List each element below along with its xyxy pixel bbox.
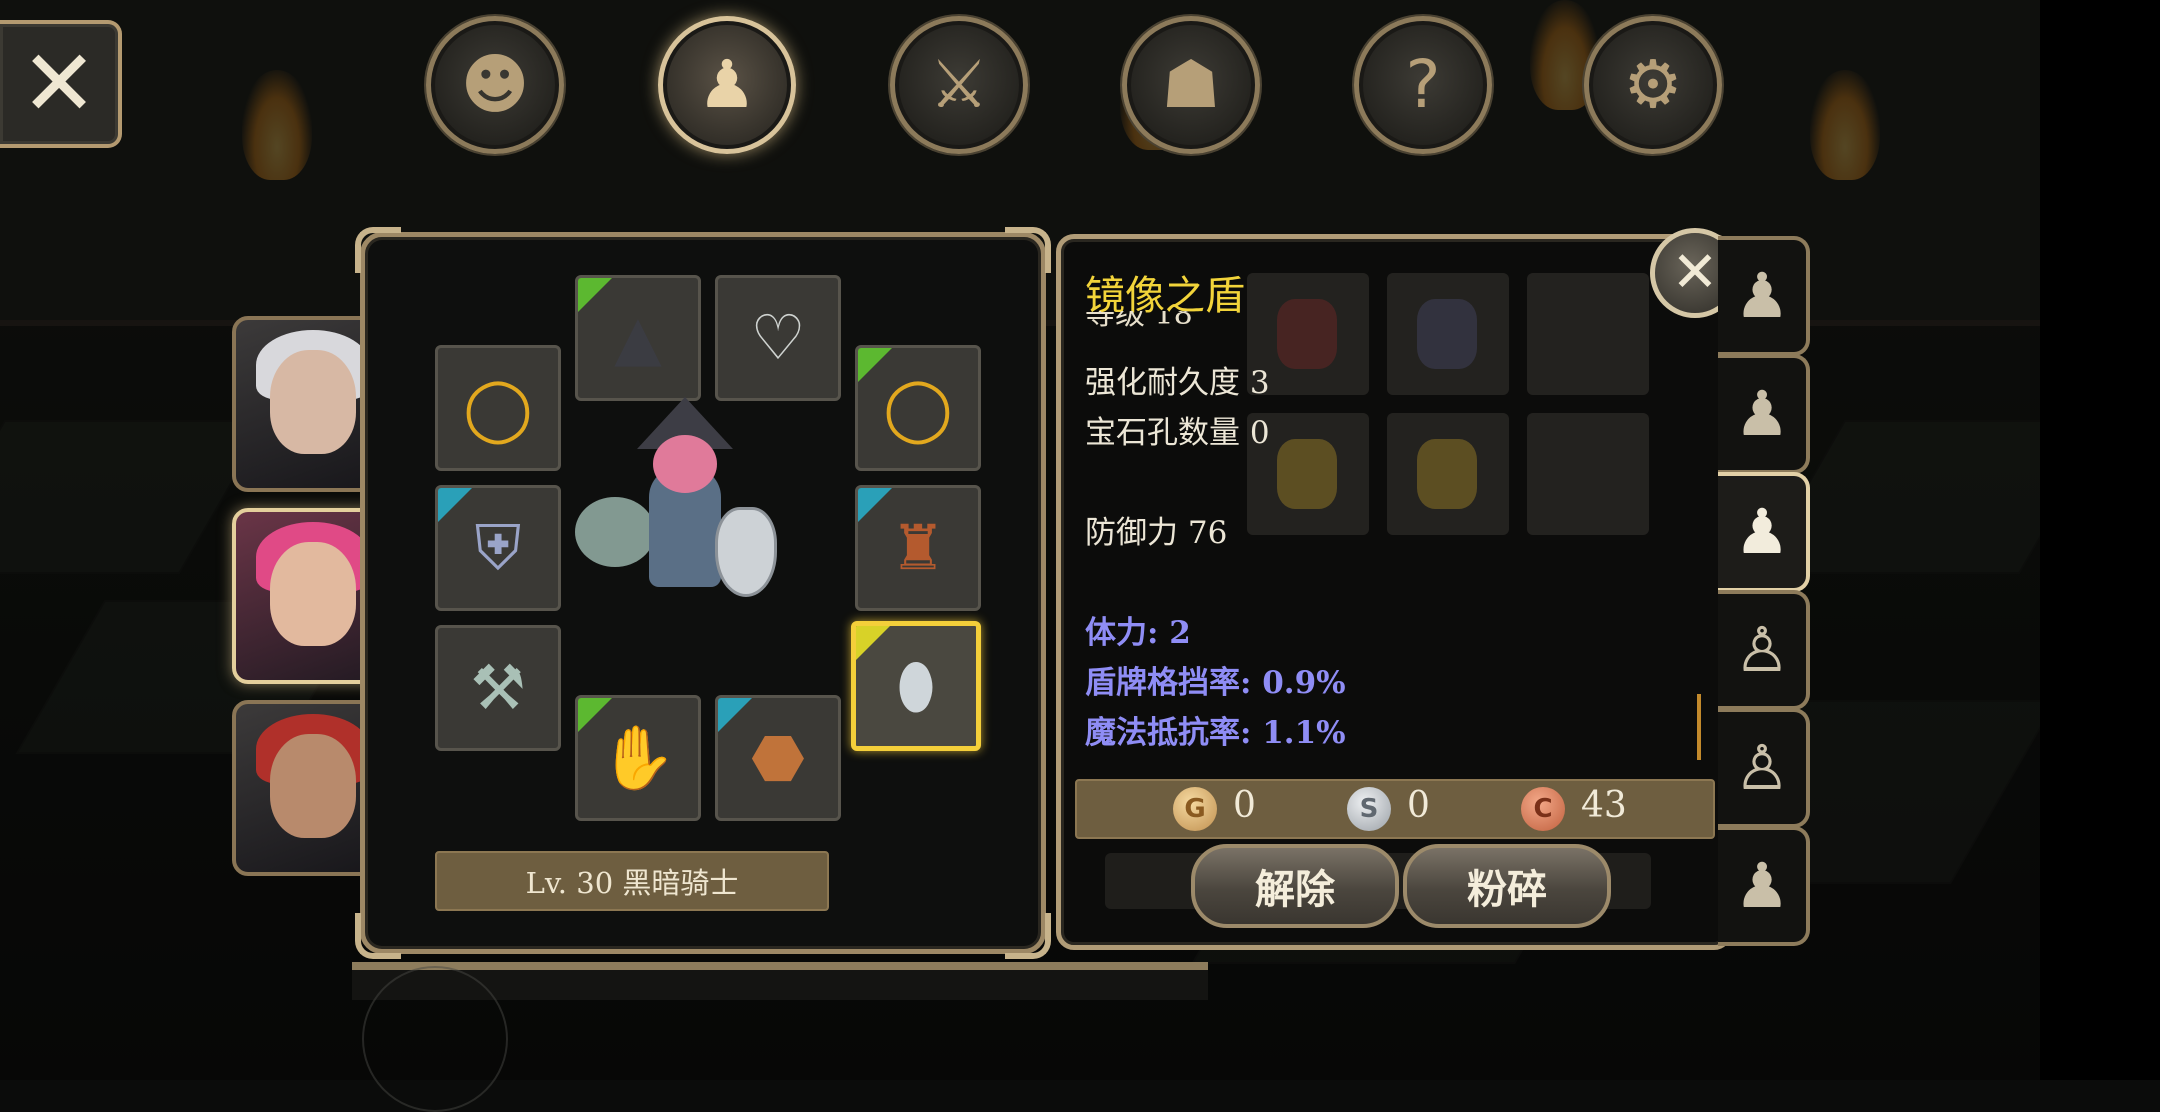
- equipment-panel: ▲ ♡ ◯ ◯ ⛨ ♜ ⚒ ⬮ ✋ ⬣ Lv. 30 黑暗骑士: [355, 227, 1051, 959]
- tab-quests[interactable]: ?: [1354, 16, 1492, 154]
- bag-icon: ♟: [1734, 495, 1790, 568]
- tab-inventory[interactable]: ♟: [658, 16, 796, 154]
- people-icon: ☗: [1161, 46, 1221, 123]
- copper-coin-icon: C: [1521, 787, 1565, 831]
- tab-settings[interactable]: ⚙: [1584, 16, 1722, 154]
- item-detail-panel: 镜像之盾 等级 18 强化耐久度 3 宝石孔数量 0 防御力 76 体力: 2 …: [1056, 234, 1732, 950]
- slot-necklace[interactable]: ♡: [715, 275, 841, 401]
- head-icon: ☻: [460, 46, 530, 123]
- detail-scrollbar[interactable]: [1697, 694, 1701, 760]
- slot-boots[interactable]: ⬣: [715, 695, 841, 821]
- item-defense: 防御力 76: [1085, 515, 1228, 551]
- mirror-shield-icon: ⬮: [896, 649, 936, 722]
- bag-tab-4[interactable]: ♙: [1718, 590, 1810, 710]
- bag-icon: ♟: [697, 46, 757, 123]
- close-menu-button[interactable]: ✕: [0, 20, 122, 148]
- bag-icon: ♟: [1734, 377, 1790, 450]
- silver-value: 0: [1407, 785, 1430, 826]
- slot-ring-right[interactable]: ◯: [855, 345, 981, 471]
- cloak-icon: ♜: [890, 511, 946, 584]
- bag-tab-3[interactable]: ♟: [1718, 472, 1810, 592]
- quest-bag-icon: ♟: [1734, 849, 1790, 922]
- bonus-block-rate: 盾牌格挡率: 0.9%: [1085, 665, 1346, 701]
- slot-weapon[interactable]: ⚒: [435, 625, 561, 751]
- item-level-clipped: 等级 18: [1085, 311, 1193, 329]
- gear-icon: ⚙: [1623, 46, 1683, 123]
- bonus-stamina: 体力: 2: [1085, 615, 1191, 651]
- tab-party[interactable]: ☗: [1122, 16, 1260, 154]
- bag-icon: ♟: [1734, 259, 1790, 332]
- gold-ring-icon: ◯: [463, 371, 533, 444]
- bag-tab-2[interactable]: ♟: [1718, 354, 1810, 474]
- gloves-icon: ✋: [599, 721, 677, 794]
- item-gem-slots: 宝石孔数量 0: [1085, 415, 1270, 451]
- bag-tab-5[interactable]: ♙: [1718, 708, 1810, 828]
- tab-skills[interactable]: ⚔: [890, 16, 1028, 154]
- character-sprite: [565, 397, 805, 657]
- virtual-joystick[interactable]: [362, 966, 508, 1112]
- empty-bag-icon: ♙: [1734, 731, 1790, 804]
- unequip-button[interactable]: 解除: [1191, 844, 1399, 928]
- witch-hat-icon: ▲: [614, 301, 662, 374]
- screen-edge-black: [2040, 0, 2160, 1080]
- level-class-label: Lv. 30 黑暗骑士: [435, 851, 829, 911]
- gold-coin-icon: G: [1173, 787, 1217, 831]
- gold-value: 0: [1233, 785, 1256, 826]
- smash-button[interactable]: 粉碎: [1403, 844, 1611, 928]
- axe-icon: ⚒: [470, 651, 526, 724]
- sword-compass-icon: ⚔: [929, 46, 989, 123]
- close-x-icon: ✕: [20, 30, 98, 137]
- armor-icon: ⛨: [474, 511, 522, 584]
- slot-cloak[interactable]: ♜: [855, 485, 981, 611]
- silver-coin-icon: S: [1347, 787, 1391, 831]
- slot-gloves[interactable]: ✋: [575, 695, 701, 821]
- slot-armor[interactable]: ⛨: [435, 485, 561, 611]
- tab-profile[interactable]: ☻: [426, 16, 564, 154]
- sell-price-bar: G 0 S 0 C 43: [1075, 779, 1715, 839]
- slot-ring-left[interactable]: ◯: [435, 345, 561, 471]
- empty-bag-icon: ♙: [1734, 613, 1790, 686]
- scroll-question-icon: ?: [1405, 46, 1441, 123]
- hud-divider: [352, 962, 1208, 970]
- copper-value: 43: [1581, 785, 1627, 826]
- slot-shield[interactable]: ⬮: [851, 621, 981, 751]
- close-x-icon: ✕: [1671, 240, 1719, 305]
- bag-tab-1[interactable]: ♟: [1718, 236, 1810, 356]
- boots-icon: ⬣: [750, 721, 806, 794]
- item-durability: 强化耐久度 3: [1085, 365, 1270, 401]
- bonus-magic-resist: 魔法抵抗率: 1.1%: [1085, 715, 1346, 751]
- slot-hat[interactable]: ▲: [575, 275, 701, 401]
- necklace-icon: ♡: [750, 301, 806, 374]
- bag-tab-quest[interactable]: ♟: [1718, 826, 1810, 946]
- gold-ring-icon: ◯: [883, 371, 953, 444]
